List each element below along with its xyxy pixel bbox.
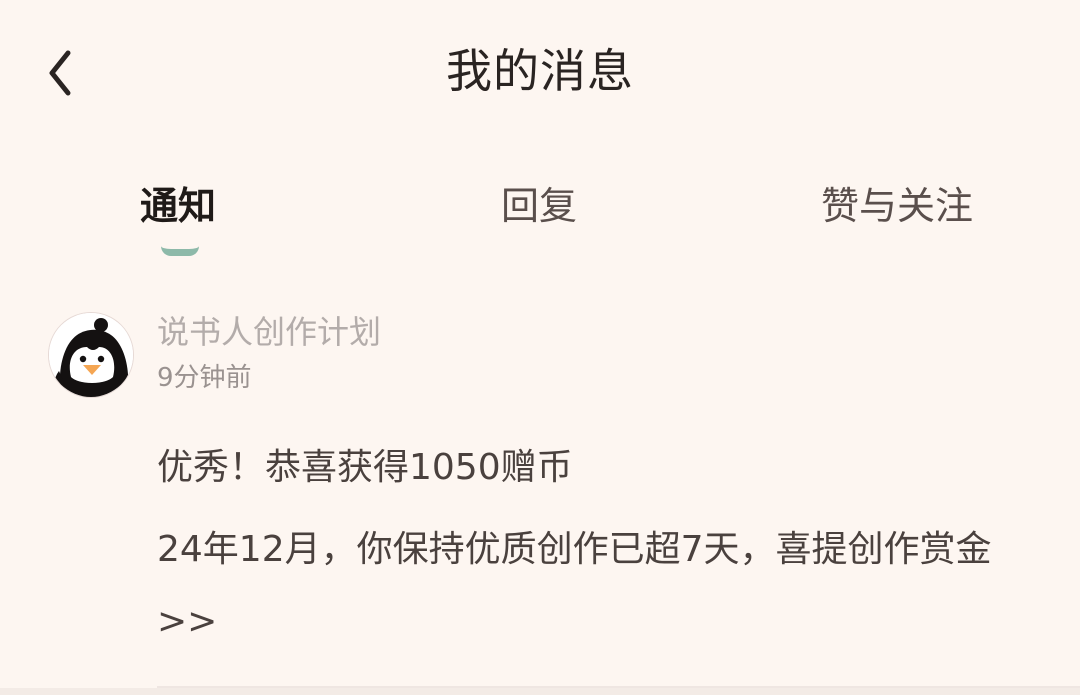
tab-bar: 通知 回复 赞与关注	[0, 170, 1080, 270]
message-text: 24年12月，你保持优质创作已超7天，喜提创作赏金>>	[157, 529, 992, 642]
top-bar: 我的消息	[0, 0, 1080, 140]
avatar[interactable]	[48, 312, 134, 398]
message-body[interactable]: 优秀！恭喜获得1050赠币 24年12月，你保持优质创作已超7天，喜提创作赏金>…	[157, 440, 1017, 658]
tab-likes-follows[interactable]: 赞与关注	[821, 178, 973, 234]
penguin-avatar-icon	[49, 313, 133, 397]
sender-name[interactable]: 说书人创作计划	[157, 308, 381, 356]
message-time: 9分钟前	[157, 363, 252, 393]
message-item[interactable]: 说书人创作计划 9分钟前 优秀！恭喜获得1050赠币 24年12月，你保持优质创…	[0, 300, 1080, 688]
tab-notifications[interactable]: 通知	[140, 178, 216, 234]
page-title: 我的消息	[446, 44, 634, 98]
tab-replies[interactable]: 回复	[501, 178, 577, 234]
message-title: 优秀！恭喜获得1050赠币	[157, 447, 573, 488]
active-tab-indicator	[161, 246, 199, 256]
bottom-strip	[0, 688, 1080, 695]
